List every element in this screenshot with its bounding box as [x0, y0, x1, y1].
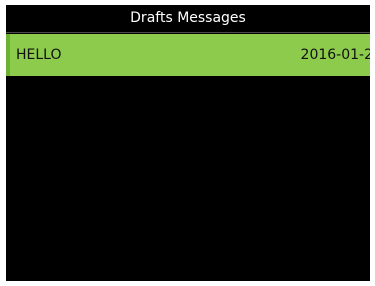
list-item[interactable]: HELLO 2016-01-2 — [6, 34, 370, 76]
page-title: Drafts Messages — [6, 5, 370, 33]
device-screen: Drafts Messages HELLO 2016-01-2 — [6, 5, 370, 281]
selected-row-marker — [6, 34, 10, 76]
drafts-message-list[interactable]: HELLO 2016-01-2 — [6, 34, 370, 281]
message-text: HELLO — [16, 47, 62, 63]
message-date: 2016-01-2 — [300, 47, 370, 63]
